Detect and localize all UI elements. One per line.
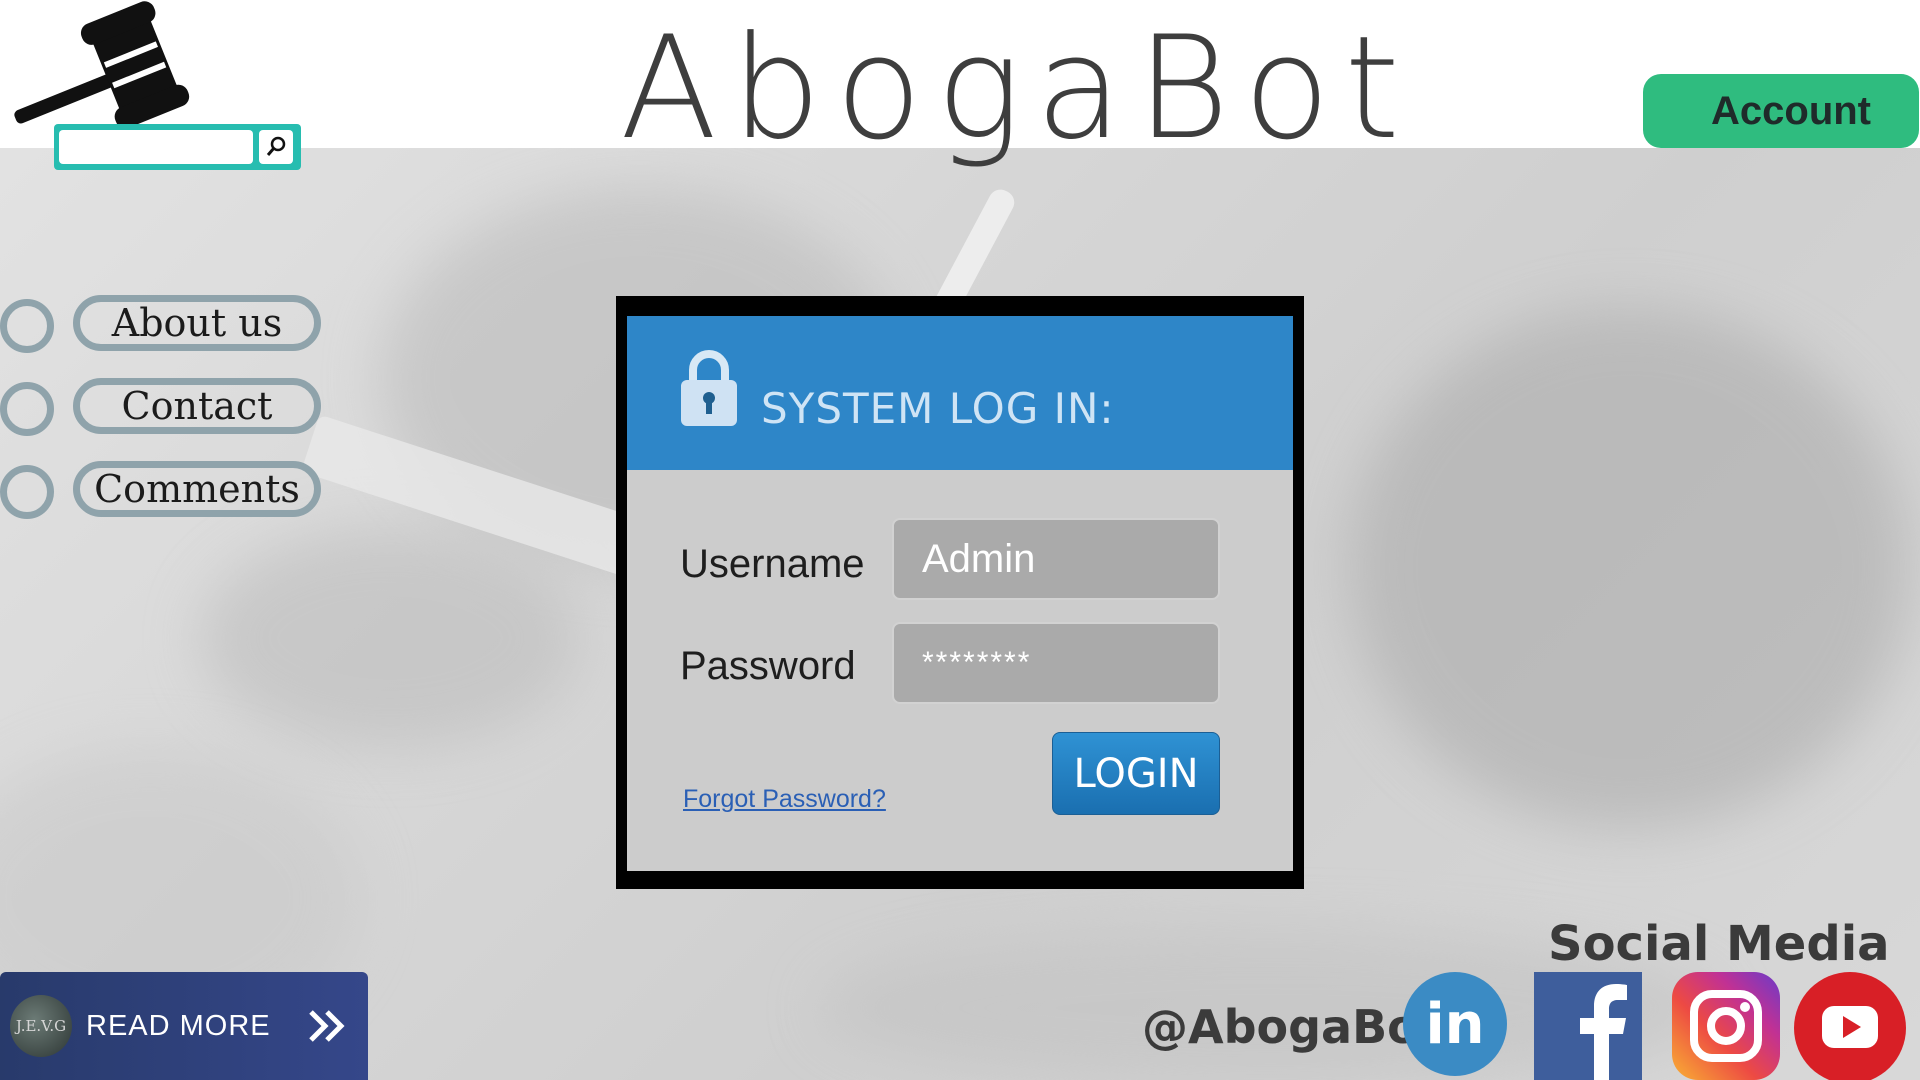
double-chevron-right-icon (308, 1010, 345, 1042)
author-avatar: J.E.V.G (10, 995, 72, 1057)
search-bar (54, 124, 301, 170)
nav-item-comments[interactable]: Comments (0, 461, 330, 519)
username-field[interactable]: Admin (892, 518, 1220, 600)
radio-circle[interactable] (0, 382, 54, 436)
radio-circle[interactable] (0, 465, 54, 519)
search-icon (266, 136, 286, 156)
search-input[interactable] (59, 130, 253, 164)
login-header: SYSTEM LOG IN: (627, 316, 1293, 470)
gavel-icon (14, 1, 190, 129)
login-title: SYSTEM LOG IN: (761, 384, 1115, 433)
login-window: SYSTEM LOG IN: Username Admin Password *… (616, 296, 1304, 889)
site-logo: AbogaBot (620, 6, 1414, 171)
nav-item-about[interactable]: About us (0, 295, 330, 353)
facebook-icon[interactable] (1534, 972, 1642, 1080)
login-button[interactable]: LOGIN (1052, 732, 1220, 815)
forgot-password-link[interactable]: Forgot Password? (683, 785, 886, 814)
login-panel: SYSTEM LOG IN: Username Admin Password *… (627, 316, 1293, 871)
nav-comments[interactable]: Comments (73, 461, 321, 517)
nav-contact[interactable]: Contact (73, 378, 321, 434)
youtube-icon[interactable] (1794, 972, 1906, 1080)
password-label: Password (680, 644, 856, 688)
nav-item-contact[interactable]: Contact (0, 378, 330, 436)
social-handle: @AbogaBot (1142, 1000, 1441, 1054)
linkedin-icon[interactable]: in (1403, 972, 1507, 1076)
social-media-title: Social Media (1548, 916, 1890, 972)
nav-about-us[interactable]: About us (73, 295, 321, 351)
read-more-button[interactable]: J.E.V.G READ MORE (0, 972, 368, 1080)
search-button[interactable] (259, 130, 293, 164)
lock-icon (681, 350, 737, 426)
account-button[interactable]: Account (1643, 74, 1919, 148)
username-label: Username (680, 542, 865, 586)
read-more-label: READ MORE (86, 1009, 271, 1042)
password-field[interactable]: ******** (892, 622, 1220, 704)
radio-circle[interactable] (0, 299, 54, 353)
instagram-icon[interactable] (1672, 972, 1780, 1080)
